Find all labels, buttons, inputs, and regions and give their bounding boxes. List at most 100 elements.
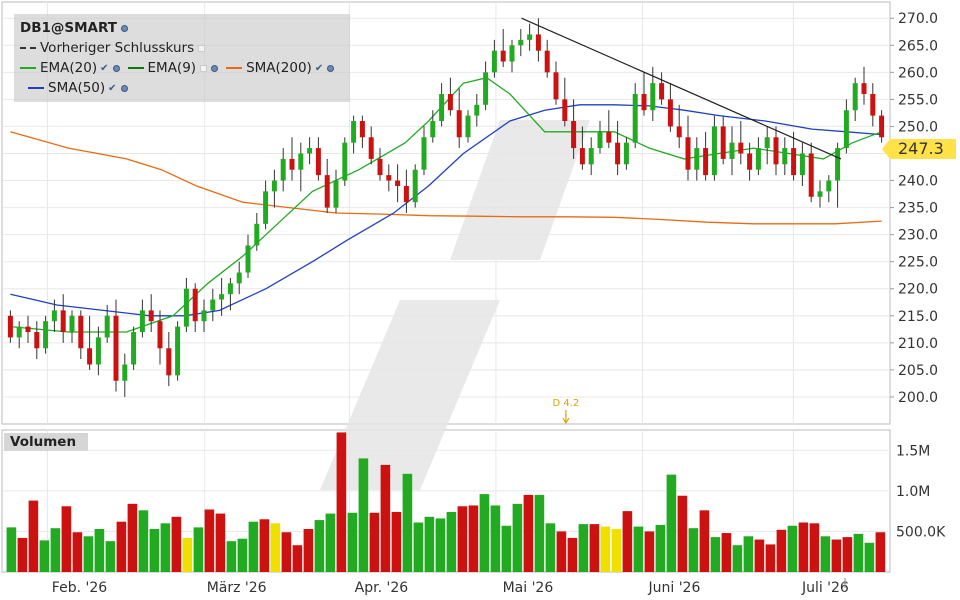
volume-bar: [259, 519, 270, 572]
volume-bar: [633, 526, 644, 572]
candle-body: [307, 148, 313, 154]
volume-bar: [468, 505, 479, 572]
price-tick-label: 260.0: [898, 65, 938, 81]
volume-bar: [402, 473, 413, 572]
price-tick-label: 235.0: [898, 201, 938, 217]
candle-body: [711, 126, 717, 176]
volume-bar: [28, 500, 39, 572]
check-icon[interactable]: ✔: [108, 83, 116, 94]
volume-bar: [457, 506, 468, 572]
globe-icon[interactable]: [211, 64, 219, 72]
volume-bar: [688, 528, 699, 572]
candle-body: [703, 148, 709, 176]
price-tick-label: 230.0: [898, 228, 938, 244]
candle-body: [271, 180, 277, 192]
x-tick-label: Mai '26: [503, 580, 554, 596]
volume-bar: [523, 494, 534, 572]
volume-bar: [50, 528, 61, 572]
candle-body: [175, 326, 181, 376]
sma200-line: [10, 131, 882, 225]
volume-bar: [380, 464, 391, 572]
candle-body: [43, 321, 49, 349]
legend-ema20-item[interactable]: EMA(20) ✔: [20, 60, 122, 76]
candle-body: [421, 137, 427, 170]
candle-body: [685, 137, 691, 170]
volume-bar: [743, 536, 754, 572]
globe-icon[interactable]: [112, 64, 120, 72]
event-marker-arrow: [562, 410, 570, 425]
volume-bar: [600, 526, 611, 572]
price-tick-label: 210.0: [898, 336, 938, 352]
candle-body: [491, 50, 497, 73]
candle-body: [51, 310, 57, 322]
price-tick-label: 255.0: [898, 92, 938, 108]
candle-body: [518, 39, 524, 46]
checkbox-icon[interactable]: [198, 44, 206, 52]
legend-panel: DB1@SMART Vorheriger Schlusskurs EMA(20)…: [14, 14, 350, 102]
price-tick-label: 200.0: [898, 390, 938, 406]
globe-icon[interactable]: [120, 84, 128, 92]
volume-bar: [446, 511, 457, 572]
check-icon[interactable]: ✔: [100, 63, 108, 74]
candle-body: [720, 126, 726, 159]
candle-body: [351, 121, 357, 143]
candle-body: [870, 93, 876, 116]
candle-body: [791, 148, 797, 176]
volume-bar: [413, 522, 424, 572]
candle-body: [263, 191, 269, 224]
candle-body: [694, 148, 700, 170]
volume-bar: [875, 532, 886, 572]
legend-sma50-item[interactable]: SMA(50) ✔: [20, 80, 130, 96]
candle-body: [588, 148, 594, 165]
candle-body: [386, 175, 392, 181]
candle-body: [342, 142, 348, 181]
candle-body: [359, 121, 365, 138]
candle-body: [139, 310, 145, 333]
volume-bar: [369, 512, 380, 572]
candle-body: [509, 45, 515, 62]
volume-bar: [6, 527, 17, 572]
volume-bar: [281, 532, 292, 572]
dashed-line-swatch: [20, 47, 36, 49]
legend-sma50-row: SMA(50) ✔: [20, 78, 136, 98]
checkbox-icon[interactable]: [200, 64, 208, 72]
candle-body: [219, 294, 225, 300]
legend-symbol: DB1@SMART: [20, 20, 117, 36]
candle-body: [148, 310, 154, 322]
volume-bar: [226, 541, 237, 572]
volume-bar: [171, 516, 182, 572]
candle-body: [835, 148, 841, 181]
candle-body: [25, 326, 31, 333]
candle-body: [395, 180, 401, 186]
candle-body: [579, 148, 585, 165]
globe-icon[interactable]: [121, 24, 128, 32]
legend-sma200-item[interactable]: SMA(200) ✔: [226, 60, 336, 76]
globe-icon[interactable]: [327, 64, 335, 72]
volume-bar: [292, 545, 303, 572]
candle-body: [245, 245, 251, 273]
volume-bar: [556, 531, 567, 572]
watermark-shape: [450, 120, 590, 260]
volume-bar: [248, 521, 259, 572]
legend-prev-close: Vorheriger Schlusskurs: [40, 40, 195, 56]
candle-body: [535, 34, 541, 51]
candle-body: [606, 131, 612, 143]
x-tick-label: Apr. '26: [355, 580, 409, 596]
volume-bar: [754, 539, 765, 572]
volume-bar: [622, 511, 633, 572]
candle-body: [817, 191, 823, 197]
candle-body: [597, 131, 603, 149]
legend-sma200: SMA(200): [246, 60, 312, 76]
candle-body: [122, 364, 128, 381]
candle-body: [747, 153, 753, 170]
candle-body: [412, 169, 418, 203]
candle-body: [483, 72, 489, 105]
check-icon[interactable]: ✔: [315, 63, 323, 74]
volume-bar: [424, 516, 435, 572]
legend-prev-close-row: Vorheriger Schlusskurs: [20, 38, 206, 58]
legend-ema9-item[interactable]: EMA(9): [127, 60, 221, 76]
candle-body: [879, 115, 885, 138]
candle-body: [324, 175, 330, 208]
volume-bar: [105, 541, 116, 572]
candle-body: [852, 83, 858, 111]
